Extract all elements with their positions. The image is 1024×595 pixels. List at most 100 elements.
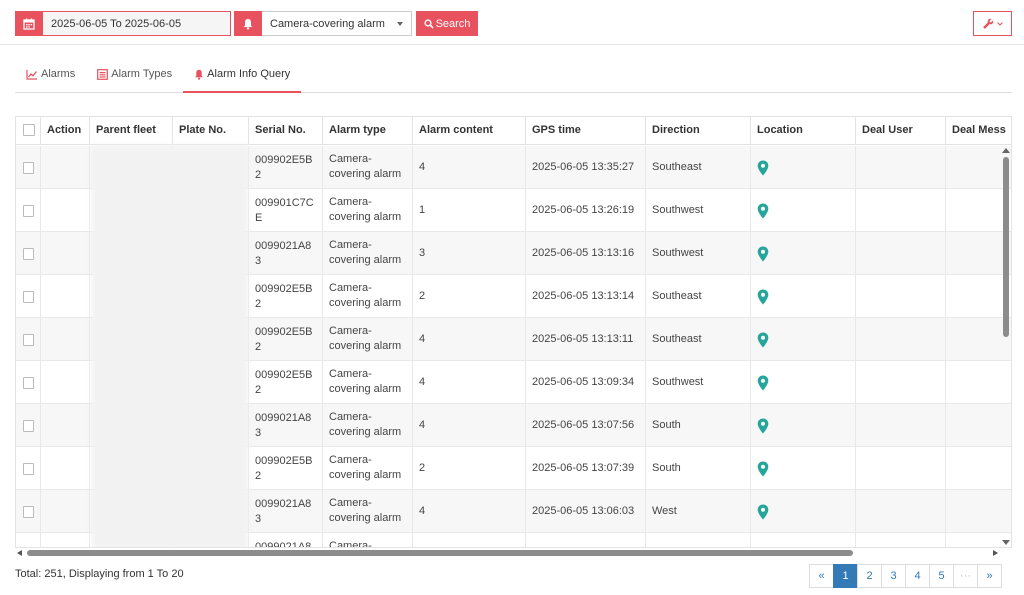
alarm-content-cell: 4 [413,404,526,447]
alarm-type-cell: Camera-covering alarm [323,275,413,318]
select-all-checkbox[interactable] [23,124,35,136]
calendar-icon[interactable] [15,11,43,36]
tab-alarm-info-query[interactable]: Alarm Info Query [183,62,302,93]
map-pin-icon[interactable] [757,289,769,305]
line-chart-icon [26,70,38,80]
page-button[interactable]: 2 [857,564,882,588]
gps-time-cell: 2025-06-05 13:13:14 [526,275,646,318]
alarm-type-cell: Camera-covering alarm [323,232,413,275]
location-cell [751,318,856,361]
location-cell [751,146,856,189]
map-pin-icon[interactable] [757,246,769,262]
horizontal-scrollbar[interactable] [15,548,1000,558]
map-pin-icon[interactable] [757,418,769,434]
col-parent-fleet[interactable]: Parent fleet [90,117,173,145]
location-cell [751,232,856,275]
toolbar-divider [0,44,1024,45]
deal-user-cell [856,146,946,189]
col-alarm-content[interactable]: Alarm content [413,117,526,145]
alarm-content-text: 4 [419,505,426,517]
gps-time-text: 2025-06-05 13:09:34 [532,376,635,388]
row-checkbox[interactable] [23,204,34,217]
row-checkbox[interactable] [23,462,34,475]
alarm-type-text: Camera-covering alarm [329,153,402,180]
action-cell [41,318,90,361]
row-checkbox-cell [16,275,41,318]
gps-time-cell: 2025-06-05 13:06:03 [526,490,646,533]
scroll-right-icon[interactable] [993,550,998,556]
deal-user-cell [856,404,946,447]
alarm-type-select[interactable]: Camera-covering alarm [262,11,412,36]
alarm-content-cell: 2 [413,447,526,490]
bell-icon [195,69,204,80]
location-cell [751,490,856,533]
row-checkbox-cell [16,189,41,232]
col-direction[interactable]: Direction [646,117,751,145]
col-alarm-type[interactable]: Alarm type [323,117,413,145]
row-checkbox-cell [16,318,41,361]
row-checkbox[interactable] [23,290,34,303]
serial-no-text: 009902E5B2 [255,325,313,353]
alarm-content-text: 4 [419,376,426,388]
bell-icon[interactable] [234,11,262,36]
page-button[interactable]: 3 [881,564,906,588]
map-pin-icon[interactable] [757,375,769,391]
serial-no-text: 0099021A83 [255,239,312,267]
row-checkbox[interactable] [23,505,34,518]
list-icon [97,69,109,80]
direction-cell: Southeast [646,146,751,189]
prev-page-button[interactable]: « [809,564,834,588]
total-summary: Total: 251, Displaying from 1 To 20 [15,568,184,580]
row-checkbox[interactable] [23,247,34,260]
row-checkbox[interactable] [23,333,34,346]
tab-alarms[interactable]: Alarms [15,62,86,92]
col-action[interactable]: Action [41,117,90,145]
tab-label: Alarms [41,68,76,80]
col-location[interactable]: Location [751,117,856,145]
scroll-up-icon[interactable] [1002,148,1010,153]
col-deal-message[interactable]: Deal Mess [946,117,1011,145]
direction-text: Southwest [652,204,704,216]
scroll-thumb[interactable] [1003,157,1009,337]
action-cell [41,404,90,447]
vertical-scrollbar[interactable] [1000,145,1012,545]
search-button[interactable]: Search [416,11,478,36]
row-checkbox[interactable] [23,376,34,389]
date-range-input[interactable]: 2025-06-05 To 2025-06-05 [43,11,231,36]
alarm-type-text: Camera-covering alarm [329,497,402,524]
col-deal-user[interactable]: Deal User [856,117,946,145]
deal-user-cell [856,490,946,533]
alarm-content-cell: 4 [413,490,526,533]
alarm-content-cell: 1 [413,533,526,547]
map-pin-icon[interactable] [757,504,769,520]
serial-no-text: 009901C7CE [255,196,314,224]
col-gps-time[interactable]: GPS time [526,117,646,145]
map-pin-icon[interactable] [757,160,769,176]
alarm-type-text: Camera-covering alarm [329,454,402,481]
gps-time-text: 2025-06-05 13:13:11 [532,333,634,345]
col-serial-no[interactable]: Serial No. [249,117,323,145]
page-button[interactable]: 1 [833,564,858,588]
next-page-button[interactable]: » [977,564,1002,588]
alarm-table: Action Parent fleet Plate No. Serial No.… [15,116,1012,548]
search-label: Search [435,17,471,30]
direction-cell: South [646,404,751,447]
scroll-thumb[interactable] [27,550,853,556]
page-button[interactable]: 4 [905,564,930,588]
tab-alarm-types[interactable]: Alarm Types [86,62,183,92]
gps-time-text: 2025-06-05 13:13:14 [532,290,635,302]
row-checkbox[interactable] [23,419,34,432]
scroll-left-icon[interactable] [17,550,22,556]
page-button[interactable]: 5 [929,564,954,588]
scroll-down-icon[interactable] [1002,540,1010,545]
col-plate-no[interactable]: Plate No. [173,117,249,145]
location-cell [751,361,856,404]
deal-user-cell [856,318,946,361]
row-checkbox[interactable] [23,161,34,174]
tools-dropdown-button[interactable] [973,11,1012,36]
action-cell [41,447,90,490]
map-pin-icon[interactable] [757,461,769,477]
map-pin-icon[interactable] [757,203,769,219]
row-checkbox-cell [16,447,41,490]
map-pin-icon[interactable] [757,332,769,348]
